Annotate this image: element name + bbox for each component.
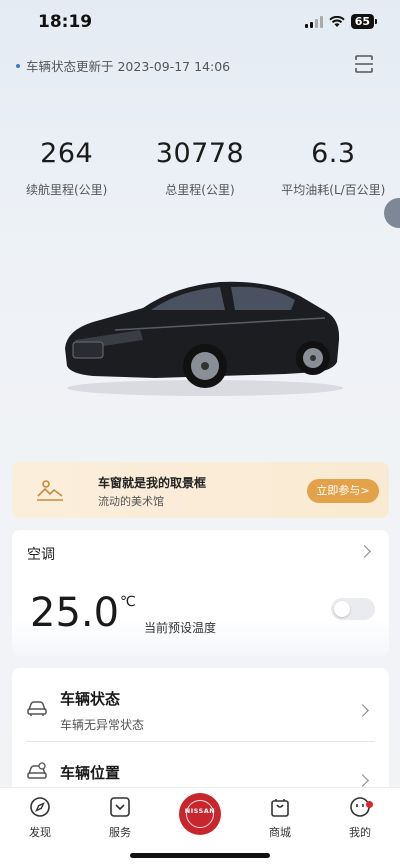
vehicle-stats: 264 续航里程(公里) 30778 总里程(公里) 6.3 平均油耗(L/百公… bbox=[0, 138, 400, 198]
stat-fuel-value: 6.3 bbox=[311, 138, 356, 169]
car-location-icon bbox=[27, 762, 47, 779]
stat-range-label: 续航里程(公里) bbox=[25, 183, 108, 197]
update-text: 车辆状态更新于 2023-09-17 14:06 bbox=[26, 59, 231, 74]
stat-odometer: 30778 总里程(公里) bbox=[133, 138, 266, 198]
status-time: 18:19 bbox=[38, 12, 93, 32]
ac-card[interactable]: 空调 25.0 ℃ 当前预设温度 bbox=[12, 530, 389, 656]
shopping-bag-icon bbox=[271, 799, 289, 817]
chevron-right-icon[interactable] bbox=[358, 545, 371, 558]
signal-icon bbox=[304, 15, 323, 28]
stat-odometer-value: 30778 bbox=[155, 138, 245, 169]
chevron-right-icon[interactable] bbox=[356, 704, 369, 717]
stat-fuel: 6.3 平均油耗(L/百公里) bbox=[267, 138, 400, 198]
wifi-icon bbox=[328, 15, 345, 27]
tab-discover-label: 发现 bbox=[29, 826, 51, 839]
chevron-right-icon[interactable] bbox=[356, 774, 369, 787]
ac-title: 空调 bbox=[27, 547, 55, 563]
participate-button[interactable]: 立即参与> bbox=[307, 479, 379, 503]
stat-fuel-label: 平均油耗(L/百公里) bbox=[281, 183, 386, 197]
status-dot bbox=[16, 63, 20, 68]
tab-mall[interactable]: 商城 bbox=[250, 796, 310, 840]
divider bbox=[26, 741, 375, 742]
vehicle-location-title: 车辆位置 bbox=[60, 764, 121, 782]
promo-banner[interactable]: 车窗就是我的取景框 流动的美术馆 立即参与> bbox=[12, 462, 389, 518]
tab-mall-label: 商城 bbox=[269, 826, 291, 839]
banner-subtitle: 流动的美术馆 bbox=[98, 495, 164, 508]
ac-power-toggle[interactable] bbox=[331, 598, 375, 620]
tab-mine-label: 我的 bbox=[349, 826, 371, 839]
battery-indicator: 65 bbox=[350, 14, 378, 29]
stat-odometer-label: 总里程(公里) bbox=[165, 183, 235, 197]
stat-range-value: 264 bbox=[40, 138, 94, 169]
ac-temperature-unit: ℃ bbox=[120, 594, 136, 610]
tab-mine[interactable]: 我的 bbox=[330, 796, 390, 840]
tab-service-label: 服务 bbox=[109, 826, 131, 839]
ac-temperature-label: 当前预设温度 bbox=[144, 621, 217, 635]
car-status-icon bbox=[27, 701, 47, 716]
banner-title: 车窗就是我的取景框 bbox=[98, 476, 207, 490]
service-icon bbox=[110, 797, 130, 817]
status-icons: 65 bbox=[304, 14, 378, 29]
nissan-logo-button[interactable]: NISSAN bbox=[179, 793, 221, 835]
scan-icon[interactable] bbox=[354, 54, 374, 74]
stat-range: 264 续航里程(公里) bbox=[0, 138, 133, 198]
vehicle-status-subtitle: 车辆无异常状态 bbox=[60, 718, 145, 732]
ac-temperature: 25.0 bbox=[30, 590, 120, 636]
landscape-icon bbox=[37, 480, 63, 501]
nissan-logo-text: NISSAN bbox=[184, 807, 216, 815]
home-indicator bbox=[130, 853, 270, 858]
compass-icon bbox=[30, 797, 50, 817]
update-row: 车辆状态更新于 2023-09-17 14:06 bbox=[16, 56, 230, 75]
vehicle-status-title: 车辆状态 bbox=[60, 690, 121, 708]
vehicle-status-row[interactable]: 车辆状态 车辆无异常状态 bbox=[12, 676, 389, 742]
status-bar: 18:19 65 bbox=[0, 0, 400, 44]
notification-dot bbox=[366, 801, 373, 808]
side-drawer-handle[interactable] bbox=[384, 198, 400, 228]
tab-discover[interactable]: 发现 bbox=[10, 796, 70, 840]
car-image bbox=[65, 281, 343, 396]
tab-service[interactable]: 服务 bbox=[90, 796, 150, 840]
